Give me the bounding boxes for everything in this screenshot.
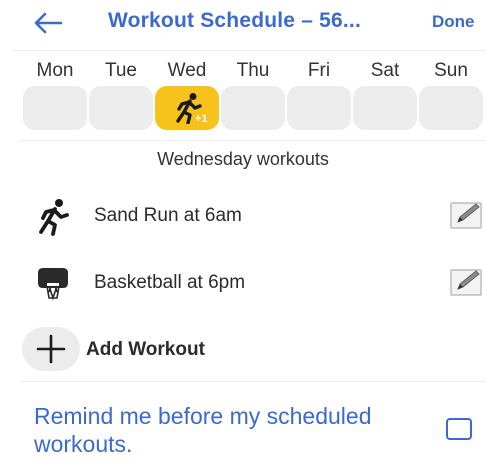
day-label-tue: Tue — [104, 60, 138, 81]
running-icon — [39, 199, 69, 236]
reminder-text: Remind me before my scheduled workouts. — [34, 403, 372, 457]
back-button[interactable] — [30, 8, 66, 38]
day-label-fri: Fri — [307, 60, 331, 81]
day-cell-tue[interactable] — [89, 86, 153, 130]
day-label-mon: Mon — [36, 60, 74, 81]
day-cell-thu[interactable] — [221, 86, 285, 130]
workout-row-basketball[interactable]: Basketball at 6pm — [0, 255, 486, 311]
day-label-sat: Sat — [370, 60, 400, 81]
arrow-left-icon — [34, 12, 63, 34]
day-cell-fri[interactable] — [287, 86, 351, 130]
add-workout-label: Add Workout — [86, 339, 205, 360]
top-bar: Workout Schedule – 56... Done — [0, 0, 486, 48]
workout-label: Basketball at 6pm — [94, 272, 246, 293]
day-cell-sat[interactable] — [353, 86, 417, 130]
weekday-labels: Mon Tue Wed Thu Fri Sat Sun — [0, 60, 486, 86]
day-cell-wed[interactable]: +1 — [155, 86, 219, 130]
add-button-background — [22, 327, 80, 371]
done-button[interactable]: Done — [432, 12, 475, 32]
week-day-selector: +1 — [0, 86, 486, 130]
section-title: Wednesday workouts — [157, 149, 329, 169]
workout-label: Sand Run at 6am — [94, 205, 242, 226]
day-label-thu: Thu — [236, 60, 270, 81]
header-divider — [12, 50, 486, 51]
edit-workout-button[interactable] — [450, 200, 484, 230]
page-title: Workout Schedule – 56... — [108, 9, 361, 32]
day-cell-mon[interactable] — [23, 86, 87, 130]
divider — [20, 381, 486, 382]
workout-row-sand-run[interactable]: Sand Run at 6am — [0, 188, 486, 244]
pencil-icon — [450, 202, 482, 229]
edit-workout-button[interactable] — [450, 267, 484, 297]
workout-count-badge: +1 — [195, 113, 208, 125]
add-workout-button[interactable]: Add Workout — [22, 327, 282, 371]
reminder-checkbox[interactable] — [446, 418, 472, 440]
day-label-wed: Wed — [167, 60, 207, 81]
plus-icon — [36, 334, 66, 364]
pencil-icon — [450, 269, 482, 296]
day-cell-sun[interactable] — [419, 86, 483, 130]
basketball-icon — [38, 268, 68, 301]
divider — [20, 140, 486, 141]
day-label-sun: Sun — [434, 60, 468, 81]
